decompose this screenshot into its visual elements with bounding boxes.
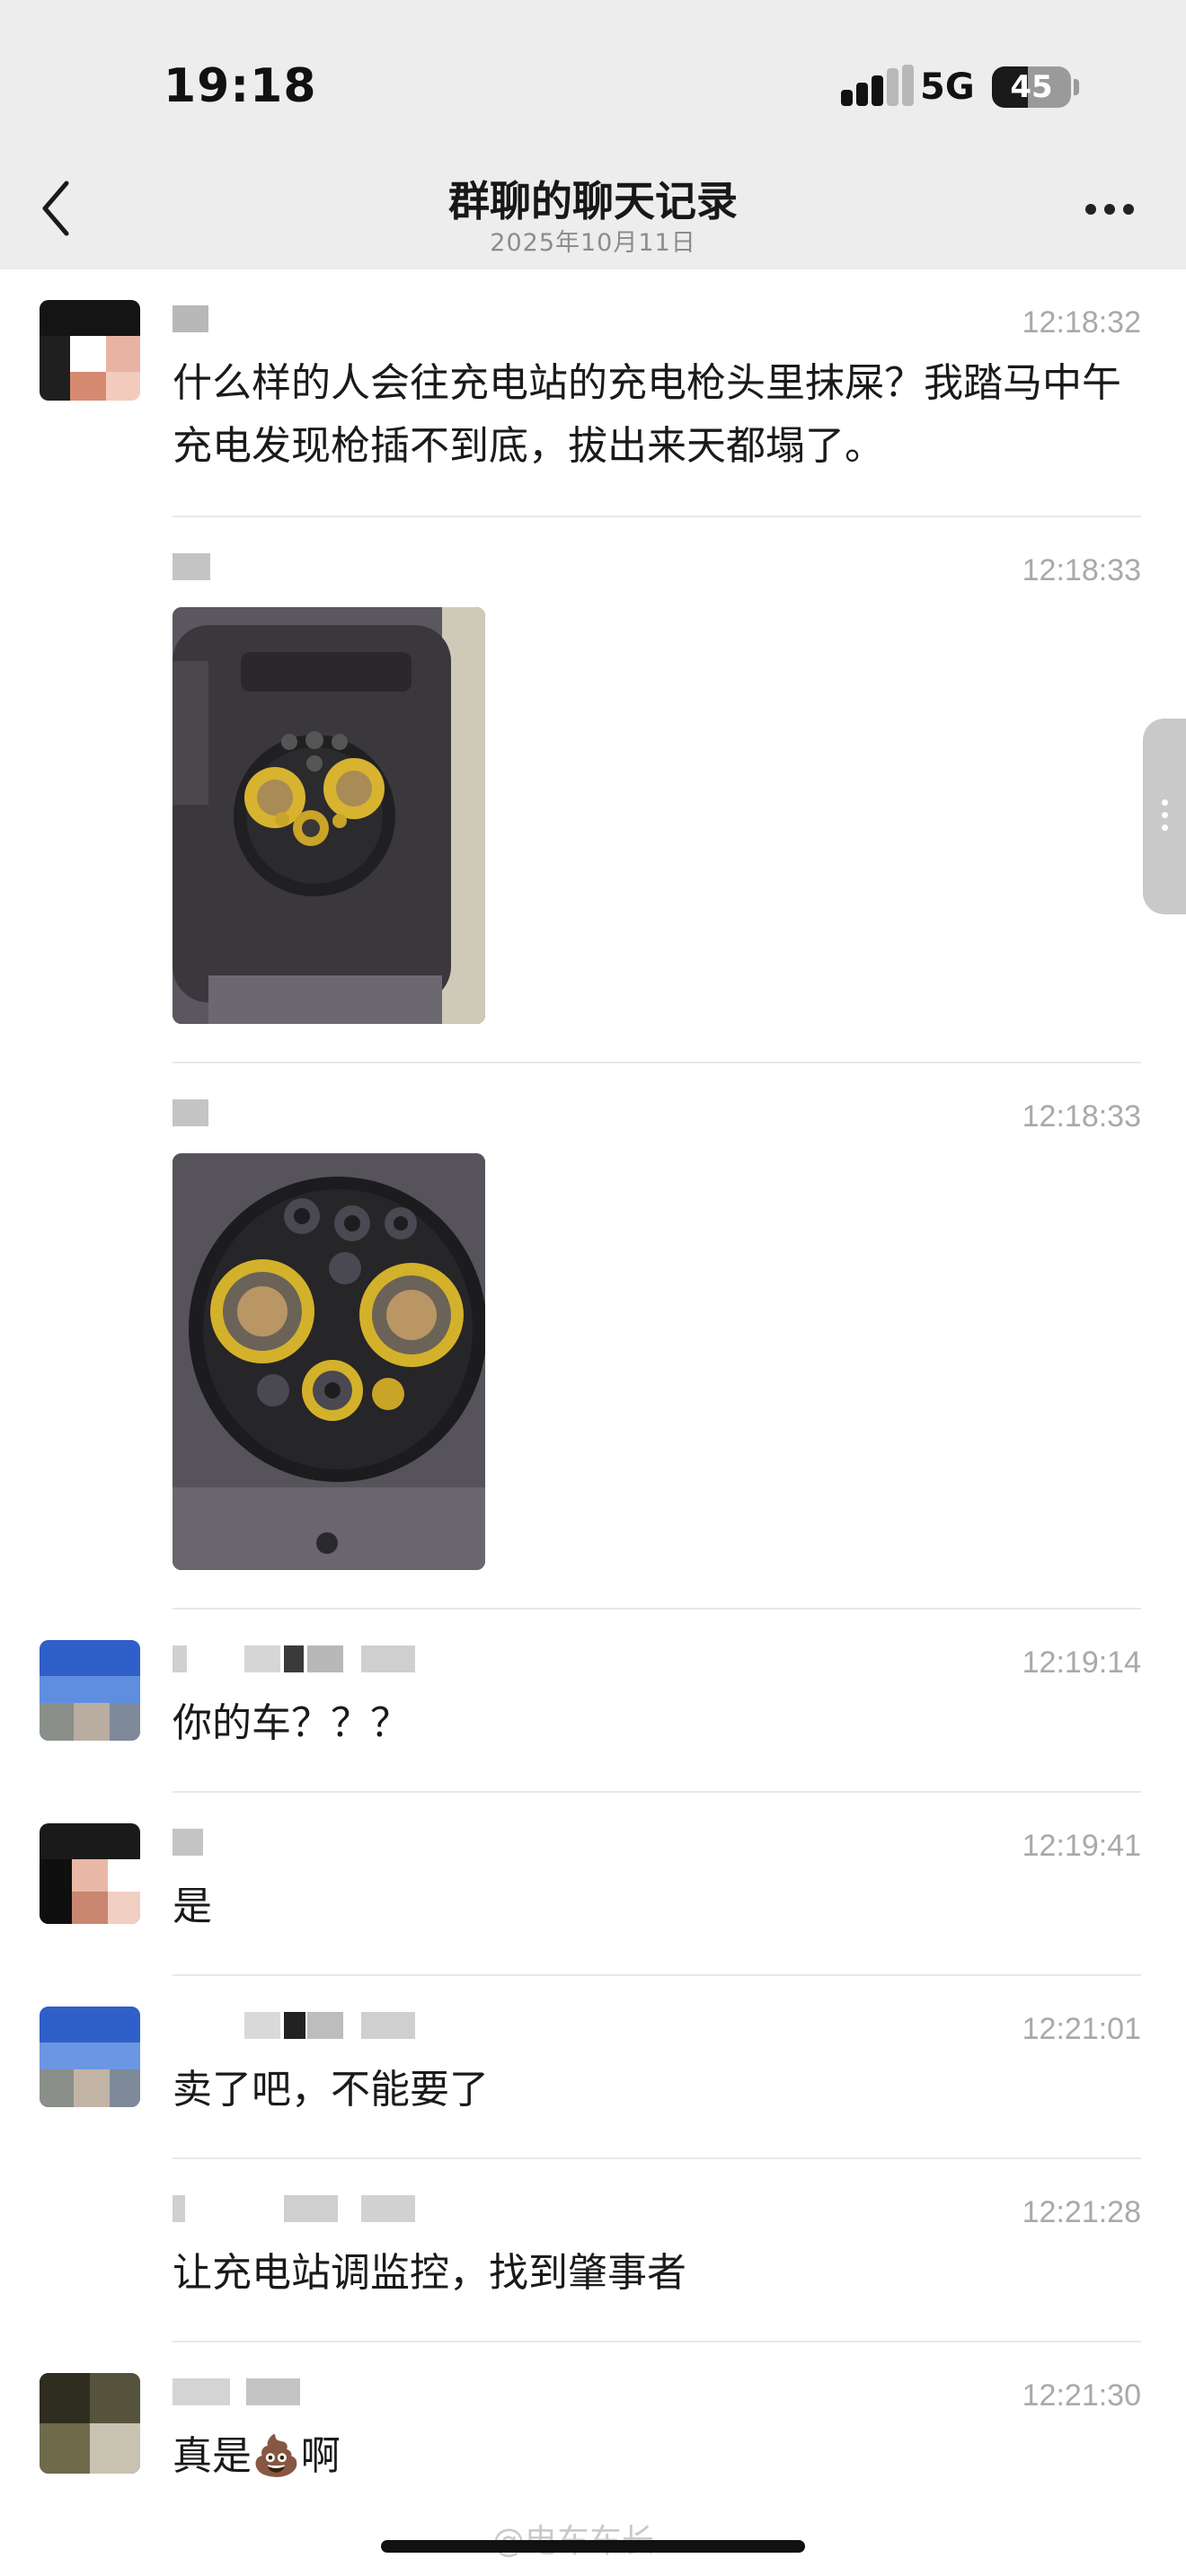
status-time: 19:18: [164, 59, 317, 113]
message-photo[interactable]: [173, 1153, 485, 1570]
cellular-signal-icon: [841, 65, 915, 106]
chat-message: 12:21:01 卖了吧，不能要了: [0, 1976, 1186, 2159]
battery-icon: 45: [992, 66, 1071, 108]
avatar[interactable]: [40, 300, 140, 401]
message-time: 12:21:28: [1022, 2195, 1141, 2229]
avatar[interactable]: [40, 1640, 140, 1741]
blurred-sender-name: [173, 1099, 460, 1132]
avatar[interactable]: [40, 2373, 140, 2474]
blurred-sender-name: [173, 1645, 460, 1678]
blurred-sender-name: [173, 305, 460, 338]
battery-level: 45: [1010, 69, 1053, 105]
message-time: 12:21:01: [1022, 2012, 1141, 2046]
chat-message: 12:18:33: [0, 517, 1186, 1063]
message-time: 12:19:14: [1022, 1645, 1141, 1680]
side-panel-handle[interactable]: [1143, 719, 1186, 914]
chat-message: 12:19:14 你的车？？？: [0, 1610, 1186, 1793]
message-time: 12:21:30: [1022, 2378, 1141, 2413]
message-text-part: 啊: [300, 2433, 341, 2479]
charging-port-closeup-photo: [173, 1153, 485, 1570]
message-time: 12:18:33: [1022, 1099, 1141, 1134]
chat-message: 12:18:32 什么样的人会往充电站的充电枪头里抹屎？我踏马中午充电发现枪插不…: [0, 269, 1186, 517]
blurred-sender-name: [173, 2195, 460, 2228]
top-bar: 19:18 5G 45 群聊的聊天记录 2025年10月11日: [0, 0, 1186, 269]
chat-message: 12:19:41 是: [0, 1793, 1186, 1976]
message-text[interactable]: 是: [173, 1875, 1143, 1938]
message-text-part: 真是: [173, 2433, 252, 2479]
chat-message: 12:21:28 让充电站调监控，找到肇事者: [0, 2159, 1186, 2342]
blurred-sender-name: [173, 553, 460, 586]
page-title: 群聊的聊天记录: [448, 177, 738, 225]
blurred-sender-name: [173, 2012, 460, 2044]
network-type: 5G: [920, 66, 975, 108]
battery-cap: [1074, 79, 1079, 95]
message-text[interactable]: 什么样的人会往充电站的充电枪头里抹屎？我踏马中午充电发现枪插不到底，拔出来天都塌…: [173, 352, 1143, 478]
blurred-sender-name: [173, 1829, 460, 1861]
poop-emoji-icon: 💩: [252, 2433, 301, 2479]
page-subtitle-date: 2025年10月11日: [490, 229, 696, 257]
message-time: 12:19:41: [1022, 1829, 1141, 1863]
message-text[interactable]: 你的车？？？: [173, 1692, 1143, 1755]
chat-message: 12:18:33: [0, 1063, 1186, 1610]
more-options-icon[interactable]: [1078, 196, 1141, 223]
message-text[interactable]: 让充电站调监控，找到肇事者: [173, 2242, 1143, 2305]
message-text[interactable]: 卖了吧，不能要了: [173, 2059, 1143, 2122]
avatar[interactable]: [40, 2007, 140, 2107]
message-time: 12:18:32: [1022, 305, 1141, 340]
home-indicator[interactable]: [381, 2540, 805, 2553]
message-time: 12:18:33: [1022, 553, 1141, 587]
avatar[interactable]: [40, 1823, 140, 1924]
message-text[interactable]: 真是💩啊: [173, 2425, 1143, 2488]
watermark-text: @电车车长: [492, 2515, 654, 2562]
charging-port-photo: [173, 607, 485, 1024]
chat-message: 12:21:30 真是💩啊: [0, 2342, 1186, 2526]
blurred-sender-name: [173, 2378, 460, 2411]
message-photo[interactable]: [173, 607, 485, 1024]
